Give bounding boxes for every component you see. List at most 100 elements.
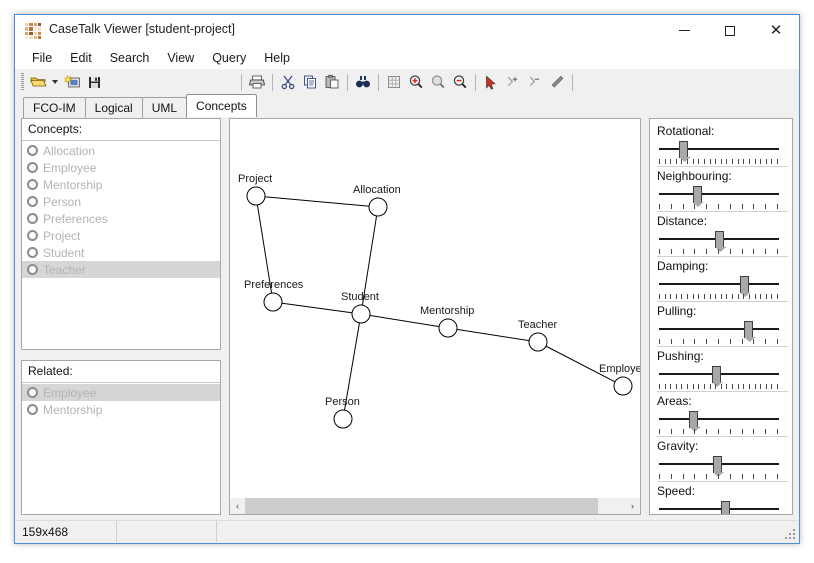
concepts-list-item[interactable]: Allocation	[22, 142, 220, 159]
slider-group-damping: Damping:	[657, 259, 792, 302]
tab-concepts[interactable]: Concepts	[186, 94, 257, 117]
concepts-list-item[interactable]: Person	[22, 193, 220, 210]
slider-thumb[interactable]	[711, 366, 721, 383]
scroll-right-arrow-icon[interactable]: ›	[625, 498, 640, 514]
slider-thumb[interactable]	[712, 456, 722, 473]
menu-item-help[interactable]: Help	[255, 49, 299, 67]
slider-thumb[interactable]	[689, 411, 699, 428]
menu-item-search[interactable]: Search	[101, 49, 159, 67]
zoom-in-icon[interactable]	[405, 71, 427, 93]
slider-track[interactable]	[657, 410, 788, 437]
left-panel: Concepts: Allocation Employee Mentorship Pe…	[21, 118, 221, 515]
graph-node-label: Preferences	[244, 279, 304, 291]
open-dropdown-arrow[interactable]	[49, 71, 61, 93]
slider-thumb[interactable]	[679, 141, 689, 158]
slider-ticks	[659, 339, 779, 346]
graph-canvas[interactable]: Project Allocation Preferences Student Mento…	[230, 119, 640, 498]
concept-node-icon	[27, 264, 38, 275]
print-icon[interactable]	[246, 71, 268, 93]
slider-thumb[interactable]	[715, 231, 724, 248]
maximize-button[interactable]	[707, 15, 753, 46]
slider-line	[659, 148, 779, 150]
slider-track[interactable]	[657, 455, 788, 482]
eraser-icon[interactable]	[546, 71, 568, 93]
menu-item-edit[interactable]: Edit	[61, 49, 101, 67]
related-listbox[interactable]: Related: Employee Mentorship	[21, 360, 221, 515]
slider-ticks	[659, 384, 779, 391]
tab-uml[interactable]: UML	[141, 97, 188, 118]
grid-icon[interactable]	[383, 71, 405, 93]
graph-node-preferences[interactable]	[263, 292, 283, 312]
graph-node-person[interactable]	[333, 409, 353, 429]
remove-node-icon[interactable]	[524, 71, 546, 93]
slider-line	[659, 283, 779, 285]
scroll-left-arrow-icon[interactable]: ‹	[230, 498, 245, 514]
related-list-item[interactable]: Employee	[22, 384, 220, 401]
related-list-item[interactable]: Mentorship	[22, 401, 220, 418]
slider-thumb[interactable]	[744, 321, 754, 338]
concepts-list-item[interactable]: Project	[22, 227, 220, 244]
menu-item-view[interactable]: View	[158, 49, 203, 67]
slider-label: Gravity:	[657, 439, 699, 453]
toolbar-grip[interactable]	[21, 73, 24, 91]
add-node-icon[interactable]	[502, 71, 524, 93]
list-item-label: Person	[43, 194, 82, 209]
concept-node-icon	[27, 230, 38, 241]
graph-node-student[interactable]	[351, 304, 371, 324]
layout-settings-panel: Rotational: Neighbouring: Distance: Damping…	[649, 118, 793, 515]
slider-thumb[interactable]	[739, 276, 749, 293]
slider-thumb[interactable]	[692, 186, 702, 203]
slider-track[interactable]	[657, 500, 781, 514]
graph-node-allocation[interactable]	[368, 197, 388, 217]
graph-horizontal-scrollbar[interactable]: ‹ ›	[230, 498, 640, 514]
graph-node-mentorship[interactable]	[438, 318, 458, 338]
graph-node-project[interactable]	[246, 186, 266, 206]
open-file-icon[interactable]	[27, 71, 49, 93]
concepts-list-item[interactable]: Preferences	[22, 210, 220, 227]
cut-icon[interactable]	[277, 71, 299, 93]
find-binoculars-icon[interactable]	[352, 71, 374, 93]
sliders-container: Rotational: Neighbouring: Distance: Damping…	[650, 119, 792, 514]
menu-item-file[interactable]: File	[23, 49, 61, 67]
concepts-list-item[interactable]: Mentorship	[22, 176, 220, 193]
concepts-list-item[interactable]: Teacher	[22, 261, 220, 278]
concepts-list-item[interactable]: Employee	[22, 159, 220, 176]
scrollbar-track[interactable]	[245, 498, 625, 514]
slider-track[interactable]	[657, 275, 788, 302]
copy-icon[interactable]	[299, 71, 321, 93]
client-area: Concepts: Allocation Employee Mentorship Pe…	[21, 118, 793, 515]
slider-track[interactable]	[657, 365, 788, 392]
tab-fco-im[interactable]: FCO-IM	[23, 97, 86, 118]
zoom-reset-icon[interactable]	[427, 71, 449, 93]
related-list: Employee Mentorship	[22, 383, 220, 418]
slider-group-areas: Areas:	[657, 394, 792, 437]
zoom-out-icon[interactable]	[449, 71, 471, 93]
slider-divider	[657, 346, 788, 347]
concepts-list-item[interactable]: Student	[22, 244, 220, 261]
scrollbar-thumb[interactable]	[245, 498, 599, 514]
menu-bar: File Edit Search View Query Help	[15, 47, 799, 69]
list-item-label: Employee	[43, 160, 97, 175]
tab-logical[interactable]: Logical	[84, 97, 143, 118]
paste-icon[interactable]	[321, 71, 343, 93]
close-button[interactable]: ✕	[753, 15, 799, 46]
slider-ticks	[659, 474, 779, 481]
casetalk-grid-icon	[25, 23, 41, 39]
slider-track[interactable]	[657, 185, 788, 212]
graph-node-employee[interactable]	[613, 376, 633, 396]
slider-track[interactable]	[657, 140, 788, 167]
slider-thumb[interactable]	[720, 501, 730, 514]
slider-track[interactable]	[657, 230, 788, 257]
graph-node-teacher[interactable]	[528, 332, 548, 352]
graph-edge	[255, 195, 379, 208]
minimize-button[interactable]	[661, 15, 707, 46]
slider-line	[659, 193, 779, 195]
concepts-listbox[interactable]: Concepts: Allocation Employee Mentorship Pe…	[21, 118, 221, 350]
graph-panel: Project Allocation Preferences Student Mento…	[229, 118, 641, 515]
new-document-icon[interactable]	[61, 71, 83, 93]
select-arrow-icon[interactable]	[480, 71, 502, 93]
menu-item-query[interactable]: Query	[203, 49, 255, 67]
save-icon[interactable]	[83, 71, 105, 93]
resize-grip[interactable]	[783, 527, 795, 539]
slider-track[interactable]	[657, 320, 788, 347]
